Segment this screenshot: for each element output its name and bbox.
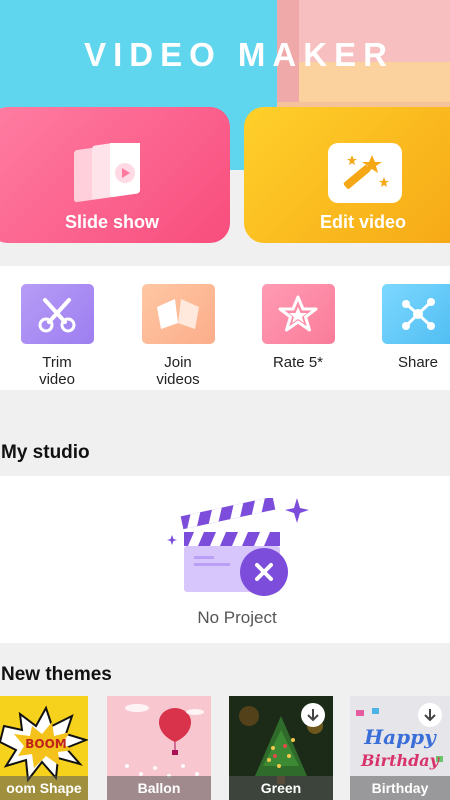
rate-button[interactable]: Rate 5* <box>261 284 335 371</box>
svg-text:Birthday: Birthday <box>360 751 441 770</box>
slideshow-frames-icon <box>70 137 150 212</box>
studio-panel: No Project <box>0 476 450 643</box>
edit-video-card[interactable]: Edit video <box>244 107 450 243</box>
theme-card-boom[interactable]: BOOM oom Shape <box>0 696 88 800</box>
share-button[interactable]: Share <box>381 284 450 371</box>
edit-video-label: Edit video <box>320 212 407 232</box>
share-label: Share <box>397 354 439 371</box>
download-button[interactable] <box>301 703 325 727</box>
trim-label: Trim video <box>39 354 75 388</box>
rate-label: Rate 5* <box>272 354 324 371</box>
join-tile <box>141 284 215 344</box>
theme-card-ballon[interactable]: Ballon <box>107 696 211 800</box>
theme-label: oom Shape <box>0 776 88 800</box>
theme-label: Green <box>229 776 333 800</box>
tools-row: Trim video Join videos Rate 5* Share <box>0 266 450 390</box>
boom-thumb-text: BOOM <box>25 737 67 751</box>
trim-video-button[interactable]: Trim video <box>20 284 94 388</box>
svg-text:Happy: Happy <box>363 725 437 749</box>
share-tile <box>381 284 450 344</box>
trim-tile <box>20 284 94 344</box>
rate-tile <box>261 284 335 344</box>
header-banner: VIDEO MAKER Slide show Edit video <box>0 0 450 265</box>
app-title: VIDEO MAKER <box>84 36 394 73</box>
studio-title: My studio <box>1 442 90 463</box>
no-project-text: No Project <box>197 608 277 627</box>
slideshow-label: Slide show <box>65 212 160 232</box>
theme-card-birthday[interactable]: Happy Birthday Birthday <box>350 696 450 800</box>
theme-label: Birthday <box>350 776 450 800</box>
themes-title: New themes <box>1 664 112 685</box>
join-videos-button[interactable]: Join videos <box>141 284 215 388</box>
slideshow-card[interactable]: Slide show <box>0 107 230 243</box>
join-label: Join videos <box>156 354 200 388</box>
download-button[interactable] <box>418 703 442 727</box>
theme-label: Ballon <box>107 776 211 800</box>
theme-card-green[interactable]: Green <box>229 696 333 800</box>
magic-wand-icon <box>328 143 402 208</box>
